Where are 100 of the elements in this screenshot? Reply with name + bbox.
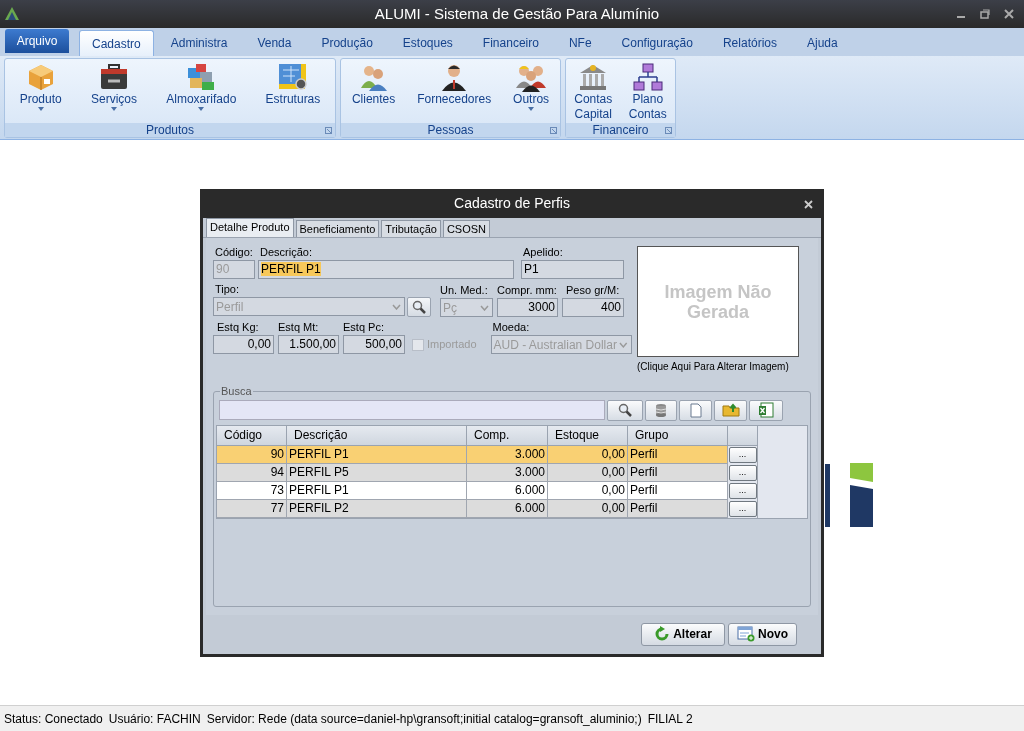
menu-tab[interactable]: Cadastro [79, 30, 154, 56]
logo-drawing [825, 463, 873, 528]
text-field[interactable]: 500,00 [343, 335, 405, 354]
dialog-button[interactable]: Alterar [641, 622, 725, 646]
ribbon-button[interactable]: Contas Capital [569, 62, 618, 122]
table-cell: PERFIL P2 [287, 499, 467, 518]
dialog-tab[interactable]: CSOSN [442, 220, 490, 237]
dialog-tab[interactable]: Detalhe Produto [206, 218, 294, 237]
column-header[interactable]: Grupo [628, 425, 728, 446]
row-button[interactable]: ... [728, 464, 757, 481]
ribbon-button[interactable]: Fornecedores [415, 62, 494, 107]
toolbar-button[interactable] [714, 399, 747, 421]
folder-icon [721, 403, 740, 417]
field-label: Un. Med.: [440, 284, 489, 297]
image-caption[interactable]: (Clique Aqui Para Alterar Imagem) [637, 359, 799, 374]
toolbar-button[interactable] [749, 399, 783, 421]
field-label: Estq Pc: [343, 321, 385, 334]
table-cell: 3.000 [467, 445, 548, 464]
search-button[interactable] [407, 297, 431, 317]
close-icon[interactable] [804, 200, 813, 209]
window-title: ALUMI - Sistema de Gestão Para Alumínio [374, 3, 660, 24]
ribbon-button[interactable]: Produto [17, 62, 64, 111]
text-field[interactable]: 1.500,00 [278, 335, 339, 354]
field-label: Estq Kg: [216, 321, 260, 334]
column-header[interactable]: Descrição [287, 425, 467, 446]
dropdown-arrow-icon [198, 107, 205, 111]
column-header[interactable]: Código [217, 425, 287, 446]
ribbon-button[interactable]: Outros [511, 62, 552, 111]
app-logo-icon [4, 6, 20, 22]
ribbon-button[interactable]: Plano Contas [623, 62, 672, 122]
new-form-icon [737, 626, 755, 642]
status-text: FILIAL 2 [647, 710, 693, 728]
dropdown-arrow-icon [110, 107, 117, 111]
table-cell: 6.000 [467, 481, 548, 500]
toolbar-button[interactable] [645, 399, 677, 421]
toolbar-button[interactable] [679, 399, 712, 421]
search-icon [412, 300, 426, 314]
dialog-launcher-icon[interactable] [550, 127, 557, 134]
table-cell: 0,00 [548, 463, 628, 482]
dialog-tab[interactable]: Beneficiamento [295, 220, 380, 237]
table-cell: 77 [217, 499, 287, 518]
blueprint-icon [276, 62, 309, 92]
status-text: Status: Conectado [4, 710, 103, 728]
menu-tab[interactable]: Arquivo [5, 29, 69, 53]
row-button[interactable]: ... [728, 500, 757, 517]
column-header[interactable]: Comp. [467, 425, 548, 446]
menu-tab[interactable]: Administra [157, 30, 241, 56]
field-label: Código: [214, 246, 254, 259]
menu-tab[interactable]: Relatórios [709, 30, 790, 56]
dropdown-arrow-icon [37, 107, 44, 111]
field-label: Descrição: [259, 246, 313, 259]
table-cell: 94 [217, 463, 287, 482]
toolbar-button[interactable] [607, 399, 643, 421]
dialog-tab[interactable]: Tributação [381, 220, 441, 237]
table-cell: PERFIL P1 [287, 445, 467, 464]
new-document-icon [689, 402, 702, 418]
text-field[interactable]: 400 [562, 298, 624, 317]
bank-icon [578, 62, 609, 92]
table-cell: PERFIL P1 [287, 481, 467, 500]
restore-icon[interactable] [980, 9, 990, 19]
table-cell: 90 [217, 445, 287, 464]
menu-tab[interactable]: NFe [555, 30, 605, 56]
text-field[interactable]: PERFIL P1 [258, 260, 514, 279]
row-button[interactable]: ... [728, 446, 757, 463]
table-cell: 0,00 [548, 499, 628, 518]
menu-tab[interactable]: Configuração [608, 30, 706, 56]
ribbon-button[interactable]: Estruturas [263, 62, 323, 107]
ribbon-button[interactable]: Almoxarifado [164, 62, 239, 111]
group-label: Pessoas [427, 123, 474, 137]
close-icon[interactable] [1004, 9, 1014, 19]
text-field[interactable]: 3000 [497, 298, 558, 317]
field-label: Apelido: [522, 246, 564, 259]
ribbon-button[interactable]: Clientes [349, 62, 398, 107]
refresh-icon [654, 626, 671, 642]
field-label: Compr. mm: [497, 284, 558, 297]
menu-tab[interactable]: Estoques [389, 30, 466, 56]
spreadsheet-icon [758, 402, 774, 418]
column-header[interactable]: Estoque [548, 425, 628, 446]
dialog-launcher-icon[interactable] [325, 127, 332, 134]
row-button[interactable]: ... [728, 482, 757, 499]
menu-tab[interactable]: Venda [244, 30, 305, 56]
dropdown-arrow-icon [528, 107, 535, 111]
table-cell: 6.000 [467, 499, 548, 518]
text-field[interactable]: P1 [521, 260, 624, 279]
toolbox-icon [98, 62, 129, 92]
database-icon [655, 403, 667, 417]
search-field[interactable] [219, 400, 605, 420]
dialog-launcher-icon[interactable] [665, 127, 672, 134]
table-cell: 0,00 [548, 445, 628, 464]
table-cell: 0,00 [548, 481, 628, 500]
menu-tab[interactable]: Ajuda [794, 30, 851, 56]
menu-tab[interactable]: Financeiro [469, 30, 552, 56]
field-label: Tipo: [214, 283, 241, 296]
text-field[interactable]: 0,00 [213, 335, 274, 354]
ribbon-button[interactable]: Serviços [88, 62, 139, 111]
group-label: Busca [220, 384, 253, 399]
menu-tab[interactable]: Produção [308, 30, 386, 56]
checkbox-label: Importado [427, 337, 477, 353]
status-text: Usuário: FACHIN [108, 710, 201, 728]
dialog-button[interactable]: Novo [728, 622, 797, 646]
